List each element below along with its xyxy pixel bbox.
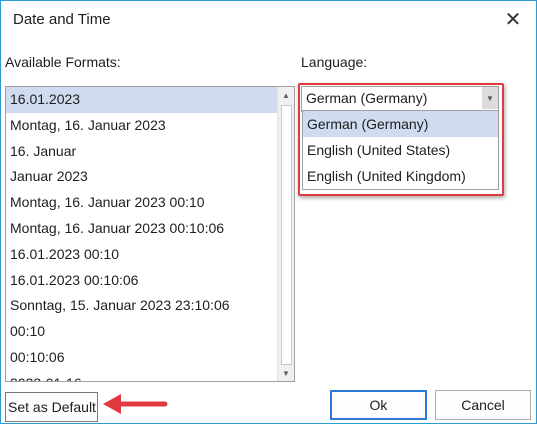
format-list-item[interactable]: Montag, 16. Januar 2023 00:10:06 [6, 216, 278, 242]
scroll-up-icon[interactable]: ▲ [278, 87, 294, 103]
ok-button[interactable]: Ok [330, 390, 427, 420]
format-list-item[interactable]: Montag, 16. Januar 2023 00:10 [6, 190, 278, 216]
format-list-item[interactable]: 2023-01-16 [6, 371, 278, 381]
format-list-item[interactable]: 16.01.2023 00:10:06 [6, 268, 278, 294]
language-combobox[interactable]: German (Germany) ▼ [301, 86, 499, 112]
language-option[interactable]: German (Germany) [303, 111, 498, 137]
scroll-down-icon[interactable]: ▼ [278, 365, 294, 381]
cancel-button[interactable]: Cancel [435, 390, 531, 420]
format-list-item[interactable]: Januar 2023 [6, 164, 278, 190]
language-label: Language: [301, 54, 368, 70]
format-list-item[interactable]: 16.01.2023 00:10 [6, 242, 278, 268]
format-list-item[interactable]: Montag, 16. Januar 2023 [6, 113, 278, 139]
dialog-title: Date and Time [13, 11, 111, 28]
format-list-item[interactable]: Sonntag, 15. Januar 2023 23:10:06 [6, 293, 278, 319]
close-icon[interactable]: ✕ [502, 8, 524, 31]
formats-listbox[interactable]: 16.01.2023 Montag, 16. Januar 2023 16. Jan… [5, 86, 295, 382]
language-dropdown-list: German (Germany) English (United States) E… [302, 110, 499, 190]
formats-list: 16.01.2023 Montag, 16. Januar 2023 16. Jan… [6, 87, 278, 381]
format-list-item[interactable]: 00:10:06 [6, 345, 278, 371]
format-list-item[interactable]: 16.01.2023 [6, 87, 278, 113]
language-combobox-value: German (Germany) [306, 90, 428, 106]
formats-scrollbar[interactable]: ▲ ▼ [277, 87, 294, 381]
date-time-dialog: Date and Time ✕ Available Formats: Langu… [0, 0, 537, 424]
language-option[interactable]: English (United Kingdom) [303, 163, 498, 189]
chevron-down-icon[interactable]: ▼ [482, 87, 498, 109]
format-list-item[interactable]: 16. Januar [6, 139, 278, 165]
format-list-item[interactable]: 00:10 [6, 319, 278, 345]
available-formats-label: Available Formats: [5, 54, 121, 70]
scroll-thumb[interactable] [281, 105, 292, 365]
arrow-left-icon [103, 394, 168, 414]
set-as-default-button[interactable]: Set as Default [5, 392, 98, 422]
language-option[interactable]: English (United States) [303, 137, 498, 163]
